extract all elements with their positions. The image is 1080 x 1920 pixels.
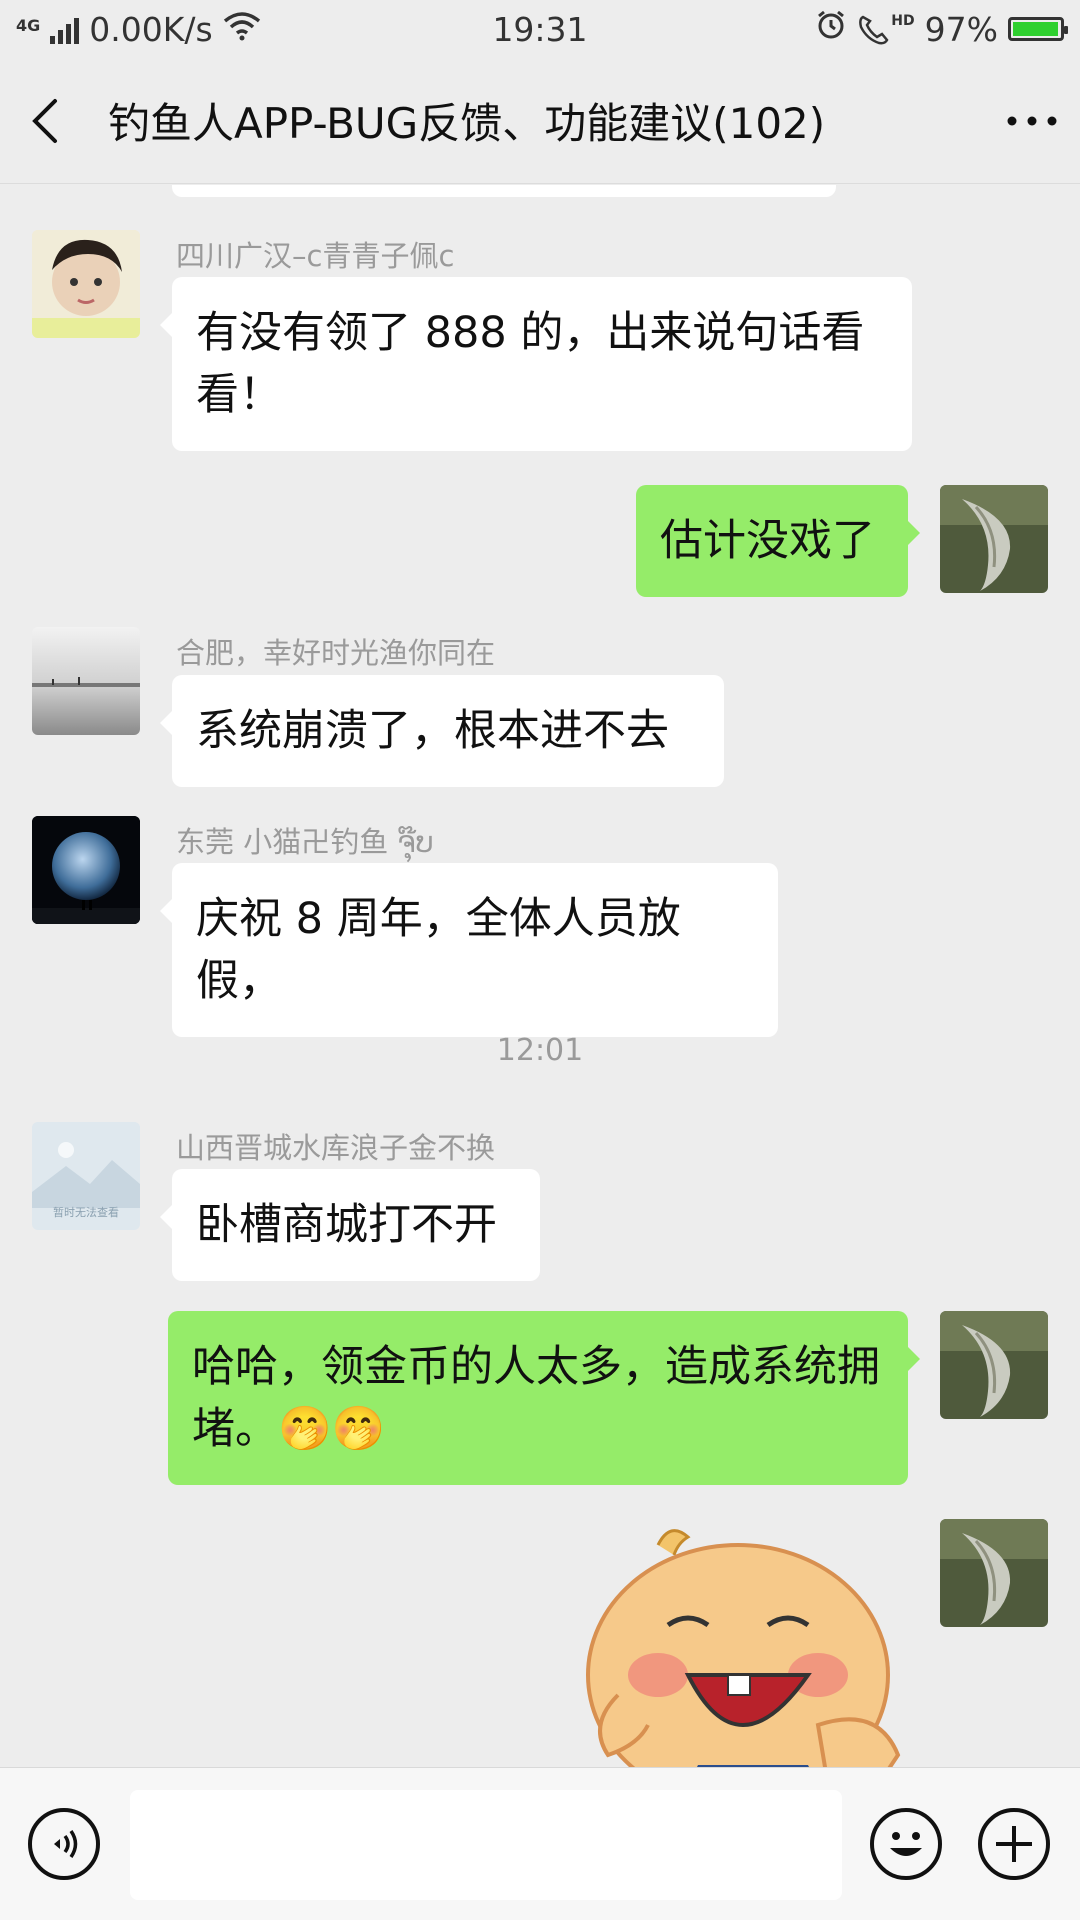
status-bar: 4G 0.00K/s 19:31 HD 97% <box>0 0 1080 58</box>
time-divider: 12:01 <box>496 1033 584 1068</box>
message-text: 哈哈，领金币的人太多，造成系统拥堵。🤭🤭 <box>192 1342 880 1454</box>
message-bubble[interactable]: 卧槽商城打不开 <box>160 1169 540 1281</box>
avatar[interactable] <box>32 230 140 338</box>
self-avatar[interactable] <box>940 1311 1048 1419</box>
avatar[interactable] <box>32 627 140 735</box>
previous-bubble-fragment <box>172 185 836 197</box>
child-photo-icon <box>32 230 140 338</box>
status-left: 4G 0.00K/s <box>16 10 261 49</box>
message-bubble-self[interactable]: 估计没戏了 <box>636 485 920 597</box>
chat-header: 钓鱼人APP-BUG反馈、功能建议(102) <box>0 58 1080 184</box>
chat-title: 钓鱼人APP-BUG反馈、功能建议(102) <box>108 99 826 148</box>
status-right: HD 97% <box>815 9 1068 49</box>
net-speed: 0.00K/s <box>89 9 213 49</box>
battery-percent: 97% <box>924 9 998 49</box>
back-icon <box>32 98 57 143</box>
sender-name: 东莞 小猫卍钓鱼 ຈຸ໊ບ <box>176 825 434 859</box>
message-text: 庆祝 8 周年，全体人员放假， <box>196 894 681 1006</box>
avatar[interactable] <box>32 816 140 924</box>
lake-photo-icon <box>32 627 140 735</box>
voice-icon <box>54 1830 78 1858</box>
self-avatar[interactable] <box>940 485 1048 593</box>
fish-photo-icon <box>940 1311 1048 1419</box>
message-bubble-self[interactable]: 哈哈，领金币的人太多，造成系统拥堵。🤭🤭 <box>168 1311 920 1485</box>
plus-button[interactable] <box>978 1808 1050 1880</box>
avatar-caption: 暂时无法查看 <box>53 1206 119 1219</box>
self-avatar[interactable] <box>940 1519 1048 1627</box>
avatar[interactable]: 暂时无法查看 <box>32 1122 140 1230</box>
placeholder-image-icon <box>32 1122 140 1208</box>
moon-photo-icon <box>32 816 140 924</box>
laughing-baby-sticker[interactable] <box>578 1525 918 1767</box>
sender-name: 四川广汉–c青青子佩c <box>176 239 455 273</box>
message-input[interactable] <box>130 1790 842 1900</box>
message-text: 系统崩溃了，根本进不去 <box>196 706 669 756</box>
hd-call-icon: HD <box>857 13 915 45</box>
more-icon <box>1007 116 1057 125</box>
message-bubble[interactable]: 庆祝 8 周年，全体人员放假， <box>160 863 778 1037</box>
emoji-icon <box>890 1832 922 1856</box>
message-text: 卧槽商城打不开 <box>196 1200 497 1250</box>
emoji-button[interactable] <box>870 1808 942 1880</box>
sender-name: 山西晋城水库浪子金不换 <box>176 1131 496 1165</box>
battery-fill <box>1013 22 1058 36</box>
voice-button[interactable] <box>28 1808 100 1880</box>
alarm-icon <box>815 9 847 49</box>
network-type-label: 4G <box>16 15 41 35</box>
hd-label: HD <box>891 13 915 29</box>
message-bubble[interactable]: 系统崩溃了，根本进不去 <box>160 675 724 787</box>
message-text: 有没有领了 888 的，出来说句话看看！ <box>196 308 865 420</box>
input-bar <box>0 1767 1080 1920</box>
message-bubble[interactable]: 有没有领了 888 的，出来说句话看看！ <box>160 277 912 451</box>
back-button[interactable] <box>0 58 90 184</box>
fish-photo-icon <box>940 1519 1048 1627</box>
message-text: 估计没戏了 <box>660 516 875 566</box>
signal-icon <box>50 14 80 44</box>
fish-photo-icon <box>940 485 1048 593</box>
plus-icon <box>996 1826 1032 1862</box>
wifi-icon <box>223 10 261 49</box>
more-button[interactable] <box>984 58 1080 184</box>
battery-icon <box>1008 17 1068 41</box>
message-list[interactable]: 四川广汉–c青青子佩c 有没有领了 888 的，出来说句话看看！ 估计没戏了 合… <box>0 185 1080 1767</box>
sender-name: 合肥，幸好时光渔你同在 <box>176 636 496 670</box>
